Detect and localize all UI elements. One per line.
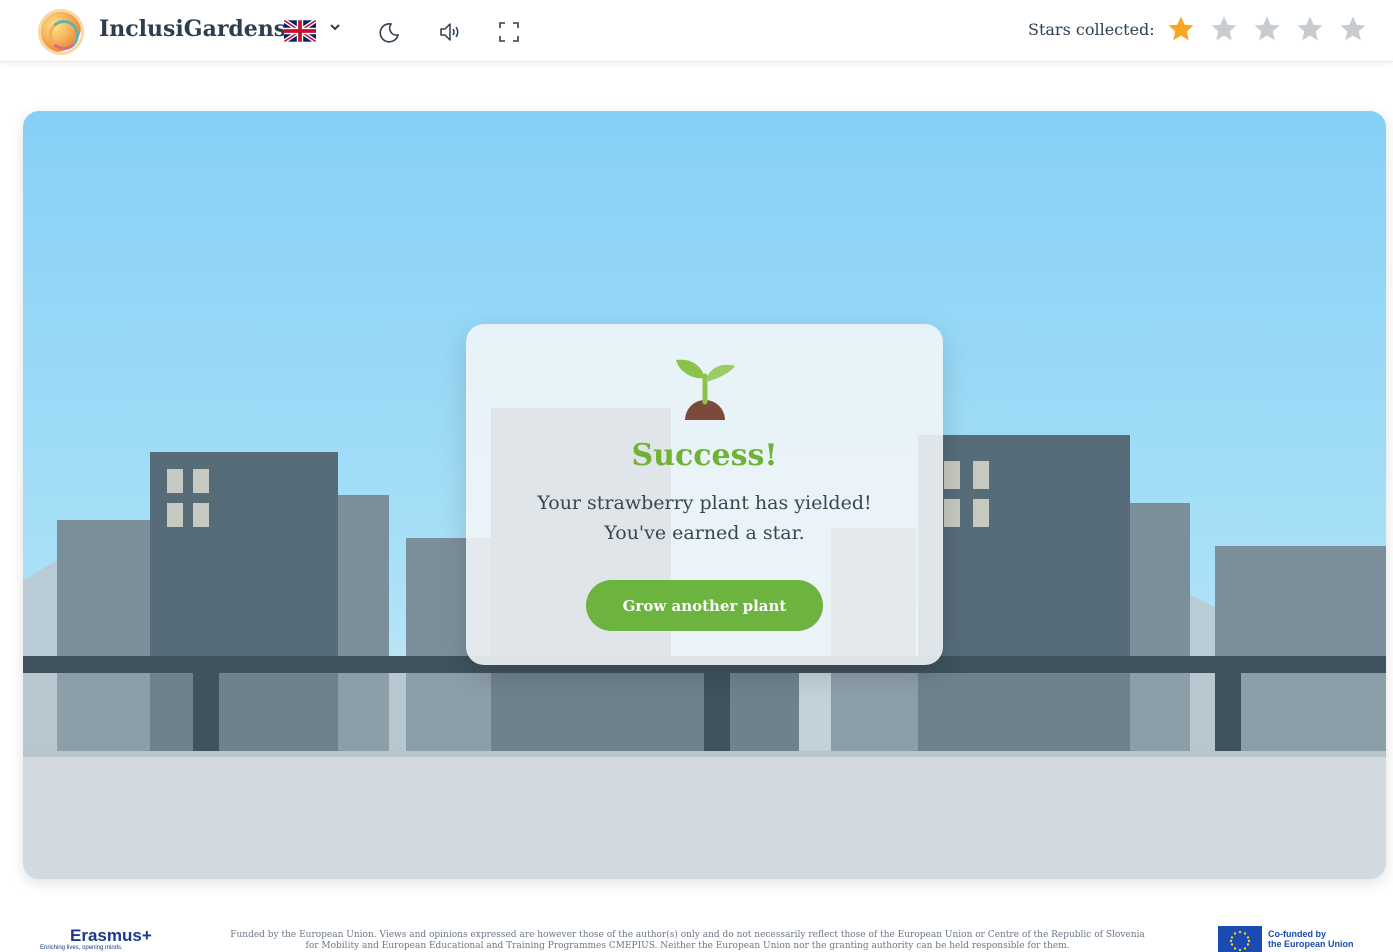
star-empty-icon <box>1211 16 1237 41</box>
chevron-down-icon[interactable] <box>328 20 342 38</box>
success-message-line-2: You've earned a star. <box>604 522 805 544</box>
eu-cofunded-line-2: the European Union <box>1268 939 1354 949</box>
grow-another-plant-button[interactable]: Grow another plant <box>586 580 823 631</box>
erasmus-logo: Erasmus+ <box>70 926 152 945</box>
app-title: InclusiGardens <box>99 16 287 42</box>
city-scene: Success! Your strawberry plant has yield… <box>23 111 1386 879</box>
eu-cofunded-label: Co-funded by the European Union <box>1268 929 1354 949</box>
success-message-line-1: Your strawberry plant has yielded! <box>537 492 872 514</box>
success-title: Success! <box>631 438 778 473</box>
eu-flag-icon <box>1218 926 1262 952</box>
star-filled-icon <box>1168 16 1194 41</box>
erasmus-tagline: Enriching lives, opening minds. <box>40 945 123 951</box>
inclusigardens-logo[interactable] <box>38 9 84 55</box>
footer: Erasmus+ Enriching lives, opening minds.… <box>0 912 1393 952</box>
funding-disclaimer: Funded by the European Union. Views and … <box>190 930 1185 952</box>
success-dialog: Success! Your strawberry plant has yield… <box>466 324 943 665</box>
stars-collected-label: Stars collected: <box>1028 20 1155 39</box>
eu-stars-icon <box>1229 930 1251 952</box>
eu-cofunded-line-1: Co-funded by <box>1268 929 1326 939</box>
star-empty-icon <box>1254 16 1280 41</box>
disclaimer-line-2: for Mobility and European Educational an… <box>305 941 1070 951</box>
star-empty-icon <box>1340 16 1366 41</box>
speaker-icon[interactable] <box>436 18 464 46</box>
sprout-icon <box>676 359 735 420</box>
top-bar: InclusiGardens Stars collected: <box>0 0 1393 62</box>
star-empty-icon <box>1297 16 1323 41</box>
moon-icon[interactable] <box>375 18 403 46</box>
disclaimer-line-1: Funded by the European Union. Views and … <box>230 930 1145 940</box>
star-rating <box>1166 14 1368 44</box>
uk-flag-icon[interactable] <box>284 19 316 43</box>
success-message: Your strawberry plant has yielded! You'v… <box>466 488 943 548</box>
fullscreen-icon[interactable] <box>495 18 523 46</box>
